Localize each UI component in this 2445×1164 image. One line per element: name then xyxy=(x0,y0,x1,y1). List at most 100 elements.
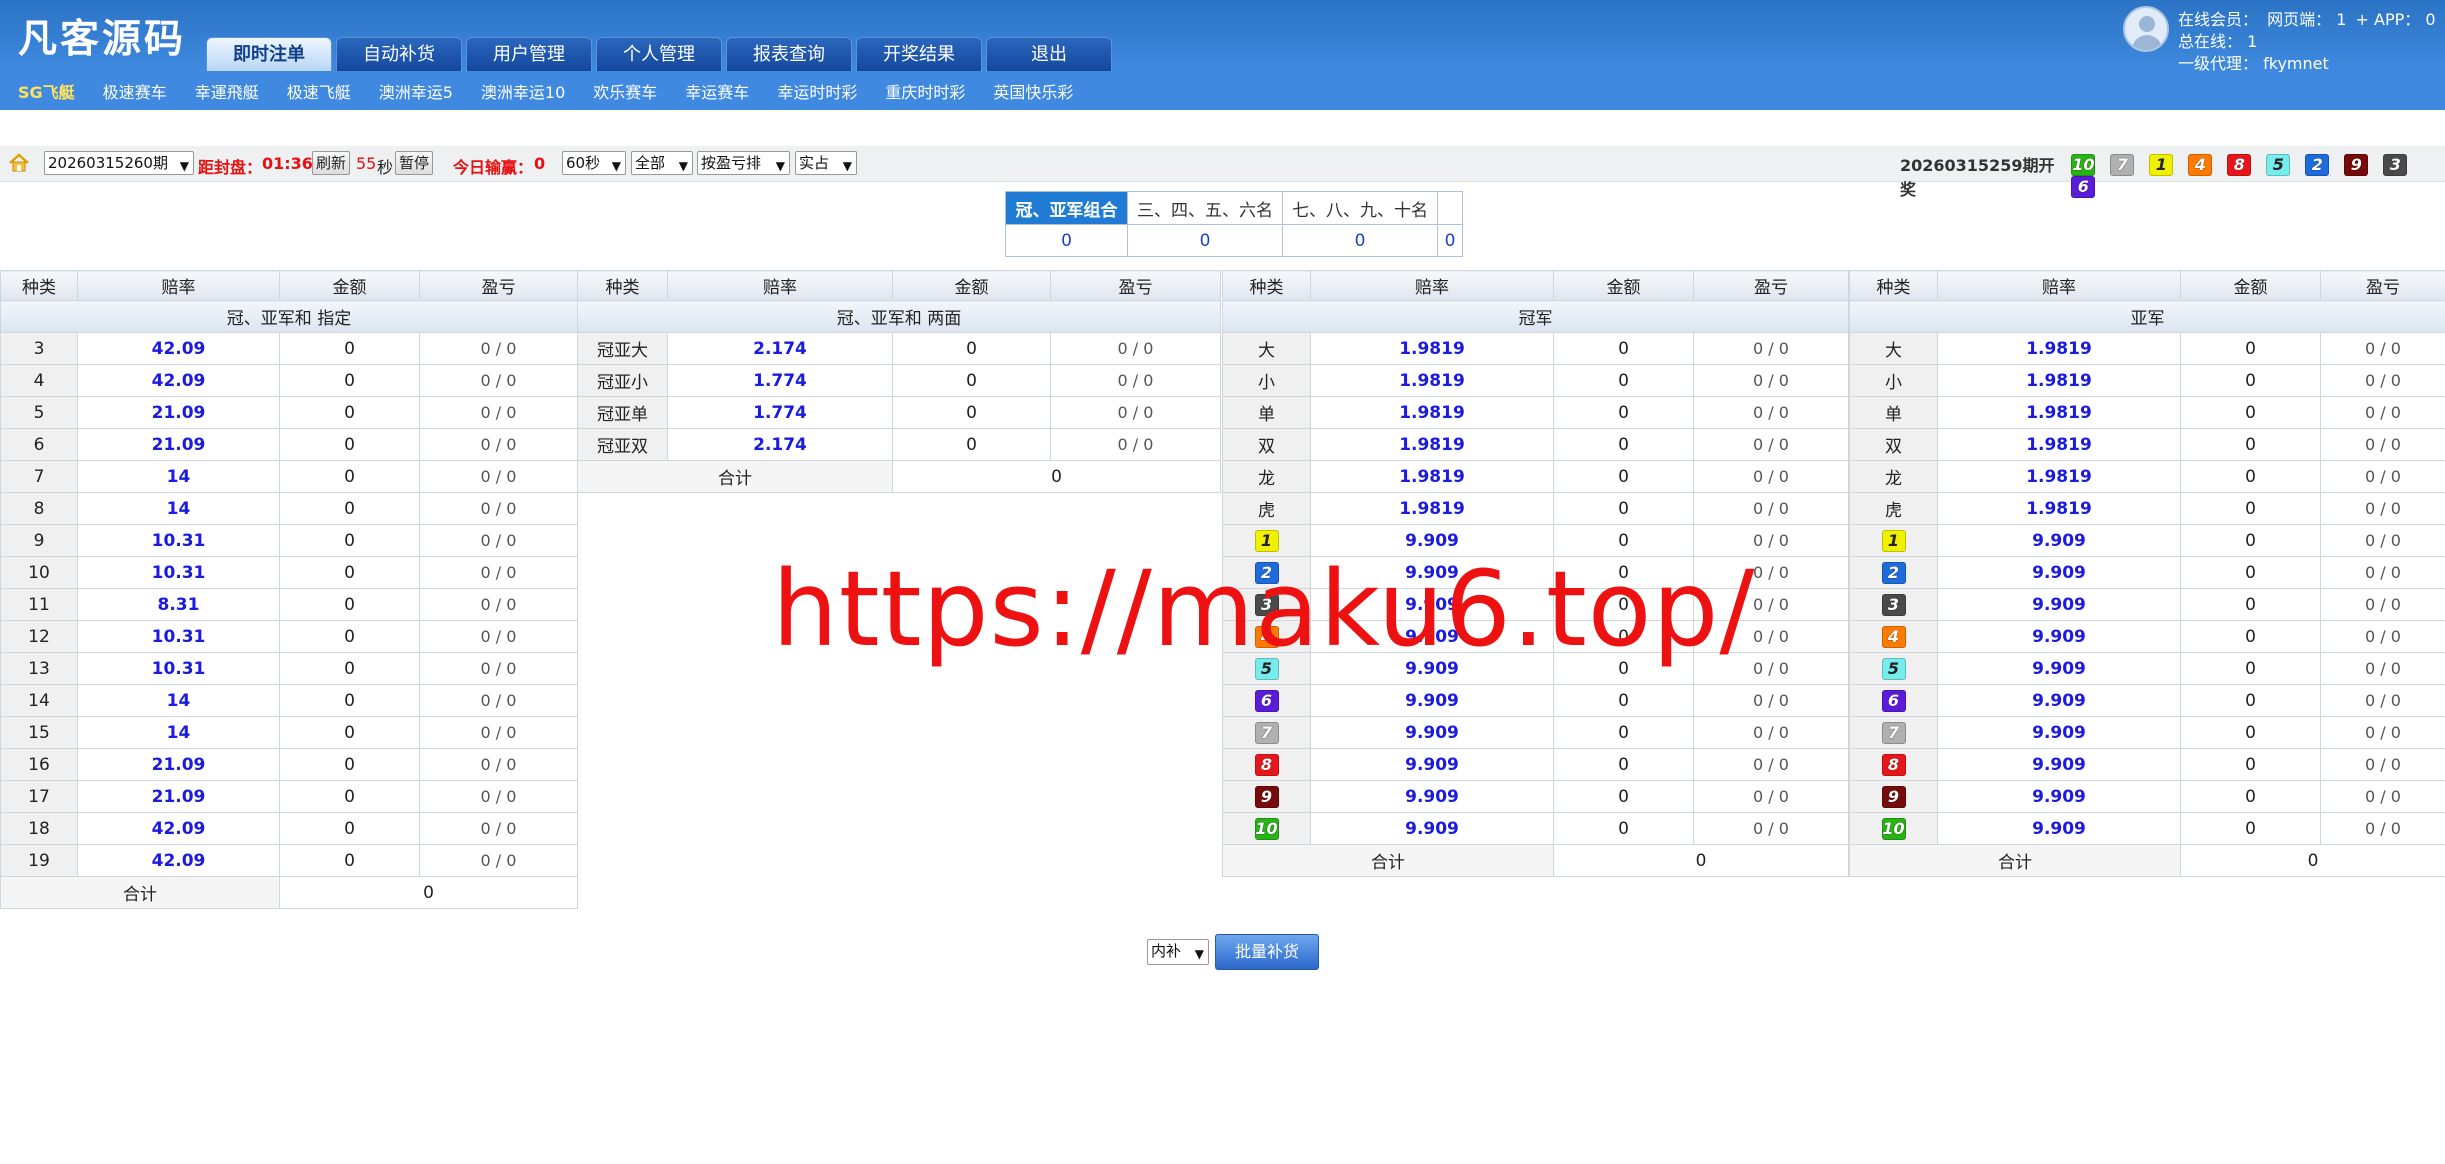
subnav-lucky-racing[interactable]: 幸运赛车 xyxy=(685,79,749,103)
odds-value[interactable]: 1.9819 xyxy=(1310,428,1554,461)
profit-loss-value: 0 / 0 xyxy=(1050,364,1221,397)
subnav-lucky-ssc[interactable]: 幸运时时彩 xyxy=(777,79,857,103)
table-row: 单 1.9819 0 0 / 0 xyxy=(1222,396,1849,429)
odds-value[interactable]: 9.909 xyxy=(1937,748,2181,781)
tab-extra[interactable] xyxy=(1437,191,1463,225)
profit-loss-value: 0 / 0 xyxy=(1050,428,1221,461)
odds-value[interactable]: 1.774 xyxy=(667,396,893,429)
odds-value[interactable]: 9.909 xyxy=(1937,556,2181,589)
tab-3rd-to-6th[interactable]: 三、四、五、六名 xyxy=(1127,191,1283,225)
odds-value[interactable]: 14 xyxy=(77,684,280,717)
nav-tab-reports[interactable]: 报表查询 xyxy=(726,37,852,71)
odds-value[interactable]: 9.909 xyxy=(1310,780,1554,813)
odds-value[interactable]: 9.909 xyxy=(1937,524,2181,557)
period-select[interactable]: 20260315260期 ▼ xyxy=(44,151,194,175)
bet-type: 7 xyxy=(1849,716,1938,749)
interval-select[interactable]: 60秒 ▼ xyxy=(562,151,626,175)
odds-value[interactable]: 9.909 xyxy=(1310,716,1554,749)
odds-value[interactable]: 2.174 xyxy=(667,332,893,365)
restock-mode-select[interactable]: 内补 ▼ xyxy=(1147,939,1209,965)
odds-value[interactable]: 9.909 xyxy=(1310,684,1554,717)
odds-value[interactable]: 10.31 xyxy=(77,524,280,557)
odds-value[interactable]: 42.09 xyxy=(77,364,280,397)
scope-select[interactable]: 全部 ▼ xyxy=(631,151,693,175)
odds-value[interactable]: 9.909 xyxy=(1937,620,2181,653)
odds-value[interactable]: 9.909 xyxy=(1937,652,2181,685)
nav-tab-auto-restock[interactable]: 自动补货 xyxy=(336,37,462,71)
column-header-pl: 盈亏 xyxy=(1693,270,1849,301)
odds-value[interactable]: 9.909 xyxy=(1937,780,2181,813)
subnav-aus-lucky5[interactable]: 澳洲幸运5 xyxy=(379,79,453,103)
nav-tab-live-bets[interactable]: 即时注单 xyxy=(206,37,332,71)
odds-value[interactable]: 1.9819 xyxy=(1937,460,2181,493)
subnav-happy-racing[interactable]: 欢乐赛车 xyxy=(593,79,657,103)
odds-value[interactable]: 1.9819 xyxy=(1937,492,2181,525)
odds-value[interactable]: 1.9819 xyxy=(1937,428,2181,461)
odds-value[interactable]: 9.909 xyxy=(1937,684,2181,717)
odds-value[interactable]: 42.09 xyxy=(77,812,280,845)
odds-value[interactable]: 1.9819 xyxy=(1310,332,1554,365)
total-online: 总在线： 1 xyxy=(2178,28,2257,52)
nav-tab-draw-results[interactable]: 开奖结果 xyxy=(856,37,982,71)
odds-value[interactable]: 2.174 xyxy=(667,428,893,461)
odds-value[interactable]: 1.9819 xyxy=(1937,332,2181,365)
odds-value[interactable]: 1.9819 xyxy=(1937,364,2181,397)
odds-value[interactable]: 14 xyxy=(77,460,280,493)
odds-value[interactable]: 1.774 xyxy=(667,364,893,397)
home-icon[interactable] xyxy=(8,152,30,174)
subnav-sg-airship[interactable]: SG飞艇 xyxy=(18,79,75,103)
odds-value[interactable]: 14 xyxy=(77,492,280,525)
group-title: 冠军 xyxy=(1222,300,1849,333)
odds-value[interactable]: 9.909 xyxy=(1310,812,1554,845)
odds-value[interactable]: 10.31 xyxy=(77,620,280,653)
odds-value[interactable]: 9.909 xyxy=(1310,652,1554,685)
subnav-speed-airship[interactable]: 极速飞艇 xyxy=(287,79,351,103)
odds-value[interactable]: 1.9819 xyxy=(1310,492,1554,525)
odds-value[interactable]: 42.09 xyxy=(77,844,280,877)
subnav-lucky-airship[interactable]: 幸運飛艇 xyxy=(195,79,259,103)
amount-value: 0 xyxy=(2180,396,2321,429)
tab-champion-runnerup[interactable]: 冠、亚军组合 xyxy=(1005,191,1128,225)
pause-button[interactable]: 暂停 xyxy=(395,151,433,175)
profit-loss-value: 0 / 0 xyxy=(419,748,578,781)
odds-value[interactable]: 9.909 xyxy=(1937,588,2181,621)
nav-tab-logout[interactable]: 退出 xyxy=(986,37,1112,71)
refresh-button[interactable]: 刷新 xyxy=(312,151,350,175)
nav-tab-user-management[interactable]: 用户管理 xyxy=(466,37,592,71)
odds-value[interactable]: 1.9819 xyxy=(1310,460,1554,493)
mode-select[interactable]: 实占 ▼ xyxy=(795,151,857,175)
table-row: 双 1.9819 0 0 / 0 xyxy=(1222,428,1849,461)
odds-value[interactable]: 9.909 xyxy=(1310,620,1554,653)
odds-value[interactable]: 9.909 xyxy=(1310,524,1554,557)
subnav-cq-ssc[interactable]: 重庆时时彩 xyxy=(885,79,965,103)
table-row: 19 42.09 0 0 / 0 xyxy=(0,844,578,877)
odds-value[interactable]: 1.9819 xyxy=(1310,364,1554,397)
number-ball: 5 xyxy=(1881,657,1906,680)
odds-value[interactable]: 9.909 xyxy=(1937,812,2181,845)
odds-value[interactable]: 1.9819 xyxy=(1310,396,1554,429)
odds-value[interactable]: 42.09 xyxy=(77,332,280,365)
sort-select[interactable]: 按盈亏排 ▼ xyxy=(697,151,790,175)
tab-7th-to-10th[interactable]: 七、八、九、十名 xyxy=(1282,191,1438,225)
profit-loss-value: 0 / 0 xyxy=(1693,620,1849,653)
odds-value[interactable]: 8.31 xyxy=(77,588,280,621)
subnav-aus-lucky10[interactable]: 澳洲幸运10 xyxy=(481,79,565,103)
odds-value[interactable]: 14 xyxy=(77,716,280,749)
odds-value[interactable]: 9.909 xyxy=(1310,588,1554,621)
odds-value[interactable]: 1.9819 xyxy=(1937,396,2181,429)
odds-value[interactable]: 21.09 xyxy=(77,780,280,813)
odds-value[interactable]: 21.09 xyxy=(77,428,280,461)
odds-value[interactable]: 10.31 xyxy=(77,652,280,685)
odds-value[interactable]: 9.909 xyxy=(1937,716,2181,749)
nav-tab-personal[interactable]: 个人管理 xyxy=(596,37,722,71)
subnav-uk-happy[interactable]: 英国快乐彩 xyxy=(993,79,1073,103)
batch-restock-button[interactable]: 批量补货 xyxy=(1215,934,1319,970)
subnav-speed-racing[interactable]: 极速赛车 xyxy=(103,79,167,103)
profit-loss-value: 0 / 0 xyxy=(2320,748,2445,781)
odds-value[interactable]: 9.909 xyxy=(1310,556,1554,589)
odds-value[interactable]: 10.31 xyxy=(77,556,280,589)
odds-value[interactable]: 21.09 xyxy=(77,748,280,781)
odds-value[interactable]: 9.909 xyxy=(1310,748,1554,781)
odds-value[interactable]: 21.09 xyxy=(77,396,280,429)
table-row: 双 1.9819 0 0 / 0 xyxy=(1849,428,2445,461)
